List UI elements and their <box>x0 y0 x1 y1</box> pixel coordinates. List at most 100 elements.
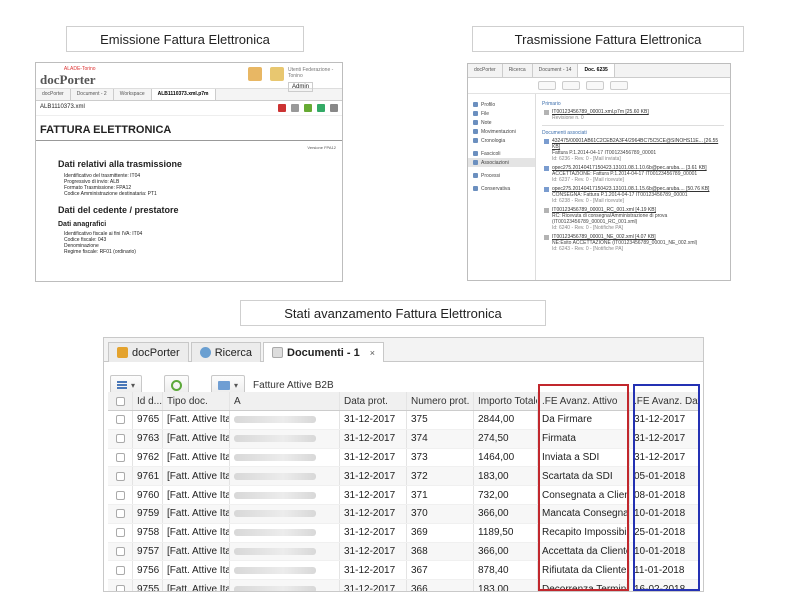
row-checkbox[interactable] <box>108 411 133 429</box>
column-header-numero-prot[interactable]: Numero prot. <box>407 392 474 410</box>
cell-avanz-attivo: Scartata da SDI <box>538 467 630 486</box>
column-header-tipo[interactable]: Tipo doc. <box>163 392 230 410</box>
cell-data-prot: 31-12-2017 <box>340 486 407 504</box>
tab-xml-file[interactable]: ALB1110373.xml.p7m <box>151 89 216 100</box>
cell-numero-prot: 374 <box>407 429 474 448</box>
column-header-id[interactable]: Id d... <box>133 392 163 410</box>
cell-data-prot: 31-12-2017 <box>340 504 407 523</box>
sidebar-item-associazioni[interactable]: Associazioni <box>468 158 535 167</box>
export-icon[interactable] <box>317 104 325 112</box>
associated-document[interactable]: 432475/00001AB61C2CEB2A3F4/2964BC75C5CE@… <box>542 138 724 162</box>
cell-numero-prot: 367 <box>407 561 474 580</box>
cell-id: 9765 <box>133 411 163 429</box>
table-row[interactable]: 9755[Fatt. Attive Ita... 31-12-2017366183… <box>108 580 700 592</box>
checkbox-icon <box>115 509 125 519</box>
tab-bar: docPorter Ricerca Document - 14 Doc. 623… <box>468 64 730 78</box>
cell-data-prot: 31-12-2017 <box>340 561 407 580</box>
cell-data-prot: 31-12-2017 <box>340 467 407 486</box>
tab-document[interactable]: Document - 2 <box>71 89 114 100</box>
column-header-importo[interactable]: Importo Totale <box>474 392 538 410</box>
sidebar-item-file[interactable]: File <box>468 109 535 118</box>
tab-docporter[interactable]: docPorter <box>108 342 189 362</box>
refresh-icon[interactable] <box>304 104 312 112</box>
cell-tipo: [Fatt. Attive Ita... <box>163 448 230 467</box>
tab-workspace[interactable]: Workspace <box>114 89 152 100</box>
table-row[interactable]: 9759[Fatt. Attive Ita... 31-12-2017370366… <box>108 504 700 524</box>
table-row[interactable]: 9763[Fatt. Attive Ita...31-12-2017374274… <box>108 429 700 449</box>
close-icon[interactable]: × <box>370 348 375 358</box>
tab-ricerca[interactable]: Ricerca <box>190 342 261 362</box>
cell-tipo: [Fatt. Attive Ita... <box>163 542 230 561</box>
row-checkbox[interactable] <box>108 561 133 580</box>
cell-tipo: [Fatt. Attive Ita... <box>163 429 230 448</box>
redacted-text <box>234 453 316 461</box>
row-checkbox[interactable] <box>108 448 133 467</box>
sidebar-item-processi[interactable]: Processi <box>468 171 535 180</box>
user-menu-button[interactable]: Admin <box>288 82 314 92</box>
cell-tipo: [Fatt. Attive Ita... <box>163 486 230 504</box>
sidebar-item-note[interactable]: Note <box>468 118 535 127</box>
tab-documenti[interactable]: Documenti - 1 × <box>263 342 384 362</box>
sidebar-item-cronologia[interactable]: Cronologia <box>468 136 535 145</box>
sidebar-item-fascicoli[interactable]: Fascicoli <box>468 149 535 158</box>
row-checkbox[interactable] <box>108 580 133 591</box>
column-header-data-prot[interactable]: Data prot. <box>340 392 407 410</box>
table-row[interactable]: 9758[Fatt. Attive Ita... 31-12-2017369118… <box>108 523 700 543</box>
cell-tipo: [Fatt. Attive Ita... <box>163 561 230 580</box>
mail-icon[interactable] <box>248 67 262 81</box>
filter-button[interactable] <box>610 81 628 90</box>
screenshot-emissione: ALADE-Torino docPorter Utenti Federazion… <box>35 62 343 282</box>
table-row[interactable]: 9760[Fatt. Attive Ita... 31-12-2017371732… <box>108 486 700 505</box>
row-checkbox[interactable] <box>108 523 133 542</box>
tab-ricerca[interactable]: Ricerca <box>503 64 533 77</box>
sidebar-item-conservativa[interactable]: Conservativa <box>468 184 535 193</box>
table-row[interactable]: 9756[Fatt. Attive Ita... 31-12-2017367878… <box>108 561 700 581</box>
view-icon[interactable] <box>291 104 299 112</box>
column-header-avanz-attivo[interactable]: .FE Avanz. Attivo <box>538 392 630 410</box>
cell-id: 9758 <box>133 523 163 542</box>
cell-numero-prot: 373 <box>407 448 474 467</box>
tab-docporter[interactable]: docPorter <box>36 89 71 100</box>
document-icon <box>272 347 283 358</box>
cell-avanz-data: 31-12-2017 <box>634 414 686 426</box>
cell-avanz-attivo: Consegnata a Cliente <box>538 486 630 504</box>
table-row[interactable]: 9762[Fatt. Attive Ita...31-12-2017373146… <box>108 448 700 468</box>
pdf-icon[interactable] <box>278 104 286 112</box>
table-row[interactable]: 9757[Fatt. Attive Ita... 31-12-2017368366… <box>108 542 700 562</box>
associated-document-link[interactable]: 432475/00001AB61C2CEB2A3F4/2964BC75C5CE@… <box>552 138 724 150</box>
associated-document-meta: Id: 6237 - Rev. 0 - [Mail ricevute] <box>552 177 624 183</box>
tab-doc-6235[interactable]: Doc. 6235 <box>578 64 615 77</box>
associated-document[interactable]: opec275.20140417150423.13101.08.1.10.6b@… <box>542 165 724 183</box>
select-all-checkbox[interactable] <box>108 392 133 410</box>
row-checkbox[interactable] <box>108 486 133 504</box>
column-header-a[interactable]: A <box>230 392 340 410</box>
primary-file-entry[interactable]: IT00123456789_00001.xml.p7m [25.60 KB] R… <box>542 109 724 121</box>
user-info: Utenti Federazione - Tonino <box>288 67 334 79</box>
notes-icon[interactable] <box>270 67 284 81</box>
table-row[interactable]: 9765[Fatt. Attive Ita...31-12-2017375284… <box>108 411 700 430</box>
actions-button[interactable] <box>562 81 580 90</box>
row-checkbox[interactable] <box>108 467 133 486</box>
cell-recipient-redacted <box>230 561 340 580</box>
associated-document[interactable]: opec275.20140417150423.13101.08.1.15.6b@… <box>542 186 724 204</box>
redacted-text <box>234 510 316 518</box>
column-header-avanz-data[interactable]: .FE Avanz. Data <box>630 392 700 410</box>
refresh-button[interactable] <box>586 81 604 90</box>
associated-document[interactable]: IT00123456789_00001_RC_001.xml [4.19 KB]… <box>542 207 724 231</box>
row-checkbox[interactable] <box>108 504 133 523</box>
sidebar-item-movimentazioni[interactable]: Movimentazioni <box>468 127 535 136</box>
cell-tipo: [Fatt. Attive Ita... <box>163 580 230 591</box>
associated-document[interactable]: IT00123456789_00001_NE_002.xml [4.07 KB]… <box>542 234 724 252</box>
row-checkbox[interactable] <box>108 429 133 448</box>
table-row[interactable]: 9761[Fatt. Attive Ita... 31-12-2017372183… <box>108 467 700 487</box>
tab-document[interactable]: Document - 14 <box>533 64 579 77</box>
row-checkbox[interactable] <box>108 542 133 561</box>
menu-button[interactable] <box>538 81 556 90</box>
sidebar-item-profilo[interactable]: Profilo <box>468 100 535 109</box>
print-icon[interactable] <box>330 104 338 112</box>
chevron-down-icon: ▾ <box>234 380 239 390</box>
cell-id: 9756 <box>133 561 163 580</box>
checkbox-icon <box>115 565 125 575</box>
cell-avanz-data: 16-02-2018 <box>634 583 686 592</box>
tab-docporter[interactable]: docPorter <box>468 64 503 77</box>
